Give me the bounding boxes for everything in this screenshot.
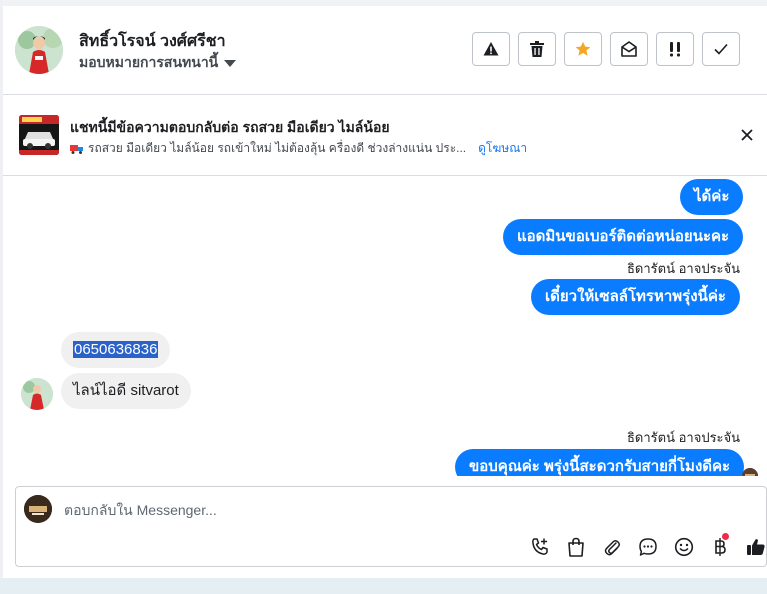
selected-phone-number[interactable]: 0650636836 — [73, 341, 159, 358]
sender-name: ธิดารัตน์ อาจประจัน — [627, 430, 741, 445]
outgoing-message: ขอบคุณค่ะ พรุ่งนี้สะดวกรับสายกี่โมงดีคะ — [455, 449, 745, 476]
contact-avatar-small[interactable] — [21, 378, 53, 410]
reply-composer — [15, 486, 767, 567]
message-thread[interactable]: ได้ค่ะ แอดมินขอเบอร์ติดต่อหน่อยนะคะ ธิดา… — [3, 176, 767, 476]
reply-input[interactable] — [64, 499, 664, 521]
contact-avatar[interactable] — [15, 26, 63, 74]
chat-bubble-icon — [639, 538, 657, 556]
seen-avatar — [742, 468, 758, 476]
page-avatar — [24, 495, 52, 523]
incoming-message: 0650636836 — [61, 332, 171, 368]
close-icon — [741, 129, 753, 141]
page-bottom-strip — [0, 578, 767, 594]
spam-button[interactable] — [472, 32, 510, 66]
ad-reply-banner: แชทนี้มีข้อความตอบกลับต่อ รถสวย มือเดียว… — [3, 95, 767, 176]
view-ad-link[interactable]: ดูโฆษณา — [478, 139, 527, 158]
star-button[interactable] — [564, 32, 602, 66]
ad-subtitle-row: รถสวย มือเดียว ไมล์น้อย รถเข้าใหม่ ไม่ต้… — [70, 139, 527, 158]
warning-triangle-icon — [483, 42, 499, 56]
assign-label: มอบหมายการสนทนานี้ — [79, 54, 219, 70]
notification-dot — [722, 533, 729, 540]
outgoing-message: ได้ค่ะ — [680, 179, 744, 215]
double-exclamation-icon — [670, 42, 680, 57]
shopping-bag-icon — [568, 537, 584, 557]
done-button[interactable] — [702, 32, 740, 66]
call-button[interactable] — [522, 535, 558, 559]
mark-unread-button[interactable] — [610, 32, 648, 66]
conversation-actions — [472, 32, 740, 66]
assign-conversation-dropdown[interactable]: มอบหมายการสนทนานี้ — [79, 52, 237, 74]
priority-button[interactable] — [656, 32, 694, 66]
emoji-icon — [674, 537, 694, 557]
ad-title: แชทนี้มีข้อความตอบกลับต่อ รถสวย มือเดียว… — [70, 119, 390, 135]
sender-name: ธิดารัตน์ อาจประจัน — [627, 261, 741, 276]
ad-thumbnail[interactable] — [19, 115, 59, 155]
attach-button[interactable] — [594, 535, 630, 559]
baht-icon — [715, 538, 726, 556]
conversation-header: สิทธิ์วโรจน์ วงศ์ศรีชา มอบหมายการสนทนานี… — [3, 6, 767, 95]
incoming-message: ไลน์ไอดี sitvarot — [61, 373, 191, 409]
contact-name[interactable]: สิทธิ์วโรจน์ วงศ์ศรีชา — [79, 29, 226, 54]
saved-replies-button[interactable] — [630, 535, 666, 559]
outgoing-message: แอดมินขอเบอร์ติดต่อหน่อยนะคะ — [503, 219, 744, 255]
checkmark-icon — [714, 43, 728, 55]
truck-icon — [70, 144, 83, 154]
emoji-button[interactable] — [666, 535, 702, 559]
paperclip-icon — [604, 540, 620, 556]
close-banner-button[interactable] — [737, 125, 757, 145]
star-icon — [575, 41, 591, 56]
open-envelope-icon — [621, 41, 637, 57]
thumbs-up-icon — [747, 539, 765, 555]
composer-toolbar — [522, 533, 767, 559]
trash-icon — [530, 41, 544, 57]
call-add-icon — [532, 538, 548, 555]
like-button[interactable] — [738, 535, 767, 559]
delete-button[interactable] — [518, 32, 556, 66]
payment-button[interactable] — [702, 533, 738, 559]
ad-subtitle: รถสวย มือเดียว ไมล์น้อย รถเข้าใหม่ ไม่ต้… — [88, 141, 467, 155]
outgoing-message: เดี๋ยวให้เซลล์โทรหาพรุ่งนี้ค่ะ — [531, 279, 740, 315]
caret-down-icon — [224, 59, 237, 67]
shop-button[interactable] — [558, 535, 594, 559]
